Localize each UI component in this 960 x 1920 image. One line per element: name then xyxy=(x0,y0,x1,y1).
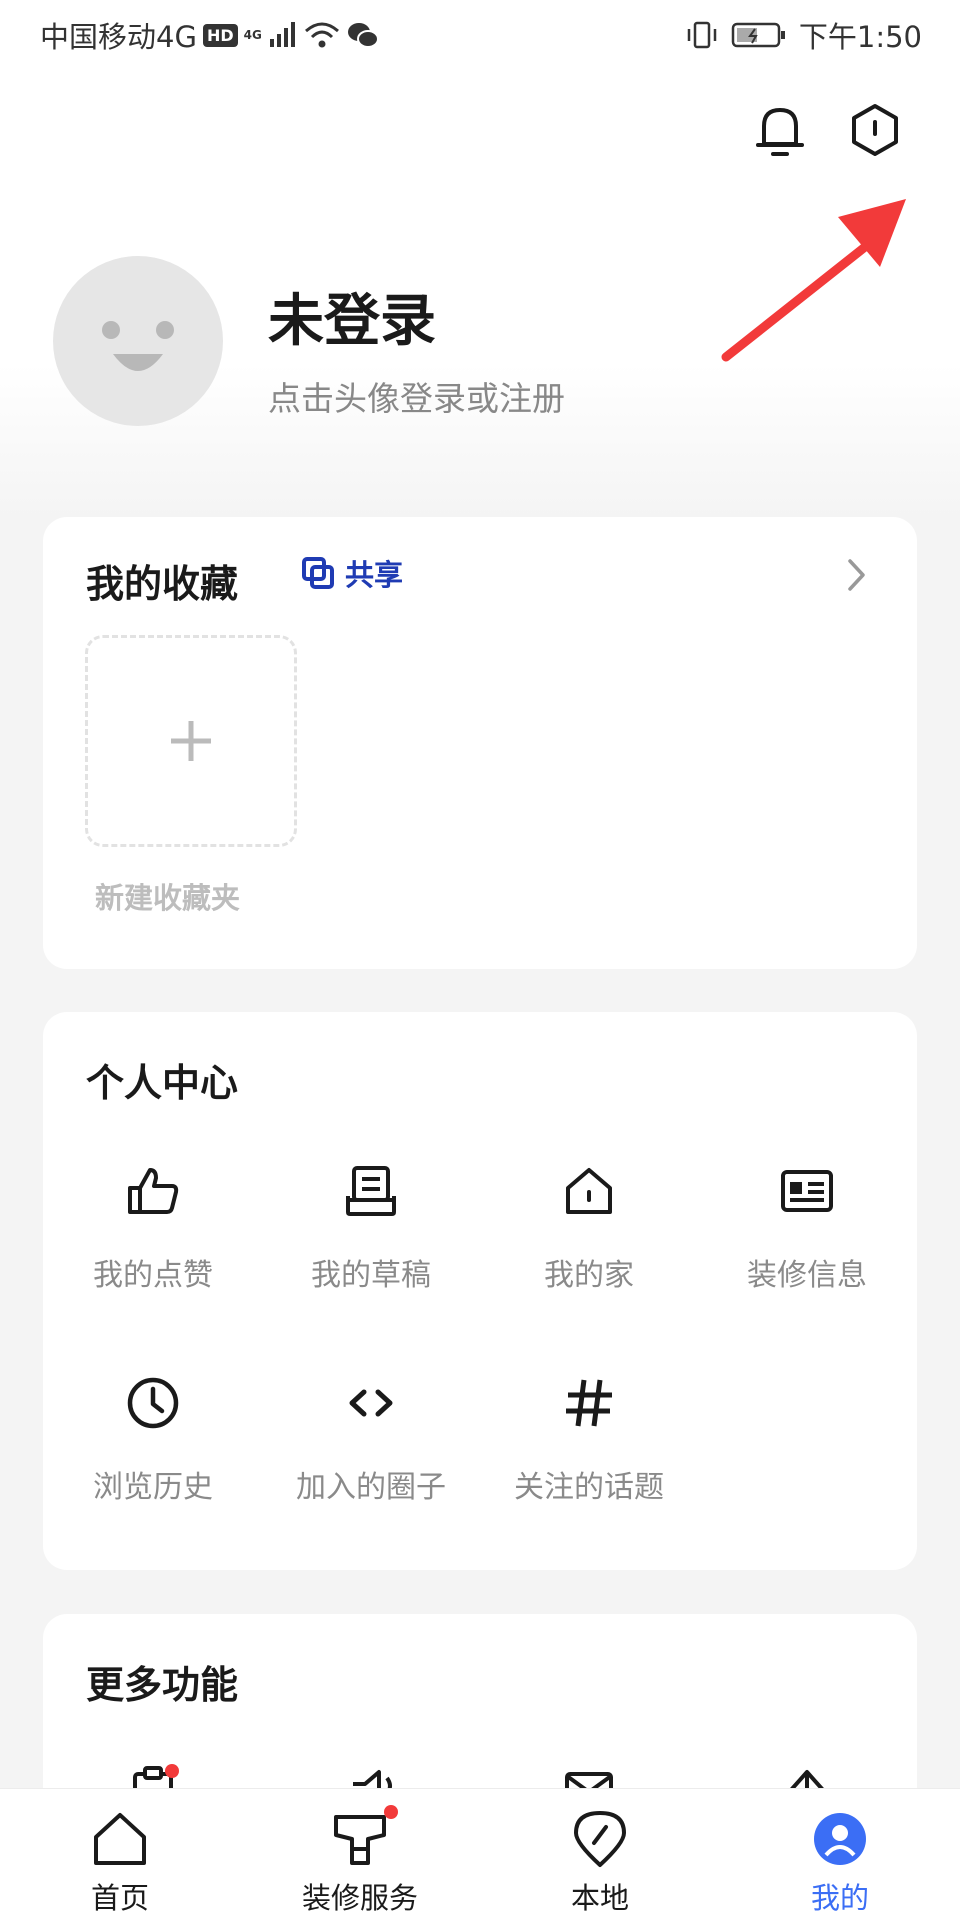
home-icon xyxy=(566,1168,612,1214)
plus-icon xyxy=(171,721,211,761)
wifi-icon xyxy=(304,22,339,48)
joined-circles-item[interactable]: 加入的圈子 xyxy=(261,1374,481,1506)
renovation-info-label: 装修信息 xyxy=(747,1258,867,1293)
nav-service-label: 装修服务 xyxy=(301,1881,418,1915)
new-folder-button[interactable] xyxy=(85,635,297,847)
hashtag-icon xyxy=(566,1379,612,1427)
battery-icon xyxy=(731,22,785,48)
browse-history-item[interactable]: 浏览历史 xyxy=(43,1374,263,1506)
followed-topics-item[interactable]: 关注的话题 xyxy=(479,1374,699,1506)
draft-icon xyxy=(346,1166,396,1216)
my-likes-item[interactable]: 我的点赞 xyxy=(43,1162,263,1294)
smiley-face-icon xyxy=(102,321,174,371)
code-brackets-icon xyxy=(349,1389,393,1417)
share-copy-icon xyxy=(302,557,334,589)
avatar[interactable] xyxy=(53,256,223,426)
clock-time: 下午1:50 xyxy=(798,20,922,54)
personal-center-title: 个人中心 xyxy=(86,1061,239,1105)
favorites-card: 我的收藏 共享 新建收藏夹 xyxy=(43,517,917,969)
location-icon xyxy=(574,1811,626,1867)
my-drafts-item[interactable]: 我的草稿 xyxy=(261,1162,481,1294)
notification-dot xyxy=(165,1764,179,1778)
home-icon xyxy=(94,1813,146,1865)
settings-hexagon-icon[interactable] xyxy=(845,100,905,160)
nav-mine[interactable]: 我的 xyxy=(740,1789,940,1920)
nav-renovation-service[interactable]: 装修服务 xyxy=(260,1789,460,1920)
vibrate-icon xyxy=(687,21,717,49)
wechat-icon xyxy=(347,23,379,48)
nav-home-label: 首页 xyxy=(90,1881,149,1915)
browse-history-label: 浏览历史 xyxy=(93,1470,213,1505)
bottom-nav: 首页 装修服务 本地 我的 xyxy=(0,1788,960,1920)
my-drafts-label: 我的草稿 xyxy=(311,1258,431,1293)
nav-local[interactable]: 本地 xyxy=(500,1789,700,1920)
status-right: 下午1:50 xyxy=(685,14,922,56)
profile-icon xyxy=(814,1813,866,1865)
signal-icon xyxy=(269,22,295,47)
service-icon xyxy=(334,1815,386,1865)
favorites-title[interactable]: 我的收藏 xyxy=(86,553,238,608)
hd-badge: HD xyxy=(202,23,238,47)
new-folder-label: 新建收藏夹 xyxy=(95,881,241,915)
annotation-arrow xyxy=(721,199,906,362)
login-status-title[interactable]: 未登录 xyxy=(268,276,436,357)
status-left: 中国移动4G HD 4G xyxy=(40,14,380,56)
renovation-info-item[interactable]: 装修信息 xyxy=(697,1162,917,1294)
clock-icon xyxy=(127,1377,179,1429)
my-likes-label: 我的点赞 xyxy=(93,1258,213,1293)
nav-home[interactable]: 首页 xyxy=(20,1789,220,1920)
thumbs-up-icon xyxy=(128,1168,179,1214)
joined-circles-label: 加入的圈子 xyxy=(296,1470,446,1505)
more-functions-title: 更多功能 xyxy=(86,1663,239,1707)
id-card-icon xyxy=(781,1170,833,1212)
nav-local-label: 本地 xyxy=(570,1881,629,1915)
share-button[interactable]: 共享 xyxy=(301,552,403,594)
nav-service-dot xyxy=(384,1805,398,1819)
personal-center-card: 个人中心 我的点赞 我的草稿 我的家 装修信息 浏览历史 加入的圈子 关注的话题 xyxy=(43,1012,917,1570)
share-label: 共享 xyxy=(345,558,404,592)
bell-icon[interactable] xyxy=(750,100,810,160)
carrier-label: 中国移动4G xyxy=(40,20,197,54)
chevron-right-icon[interactable] xyxy=(845,555,869,595)
followed-topics-label: 关注的话题 xyxy=(514,1470,664,1505)
nav-mine-label: 我的 xyxy=(810,1881,869,1915)
login-hint[interactable]: 点击头像登录或注册 xyxy=(268,372,565,420)
my-home-item[interactable]: 我的家 xyxy=(479,1162,699,1294)
network-type: 4G xyxy=(243,28,262,42)
status-bar: 中国移动4G HD 4G 下午1:50 xyxy=(0,0,960,66)
my-home-label: 我的家 xyxy=(544,1258,634,1293)
